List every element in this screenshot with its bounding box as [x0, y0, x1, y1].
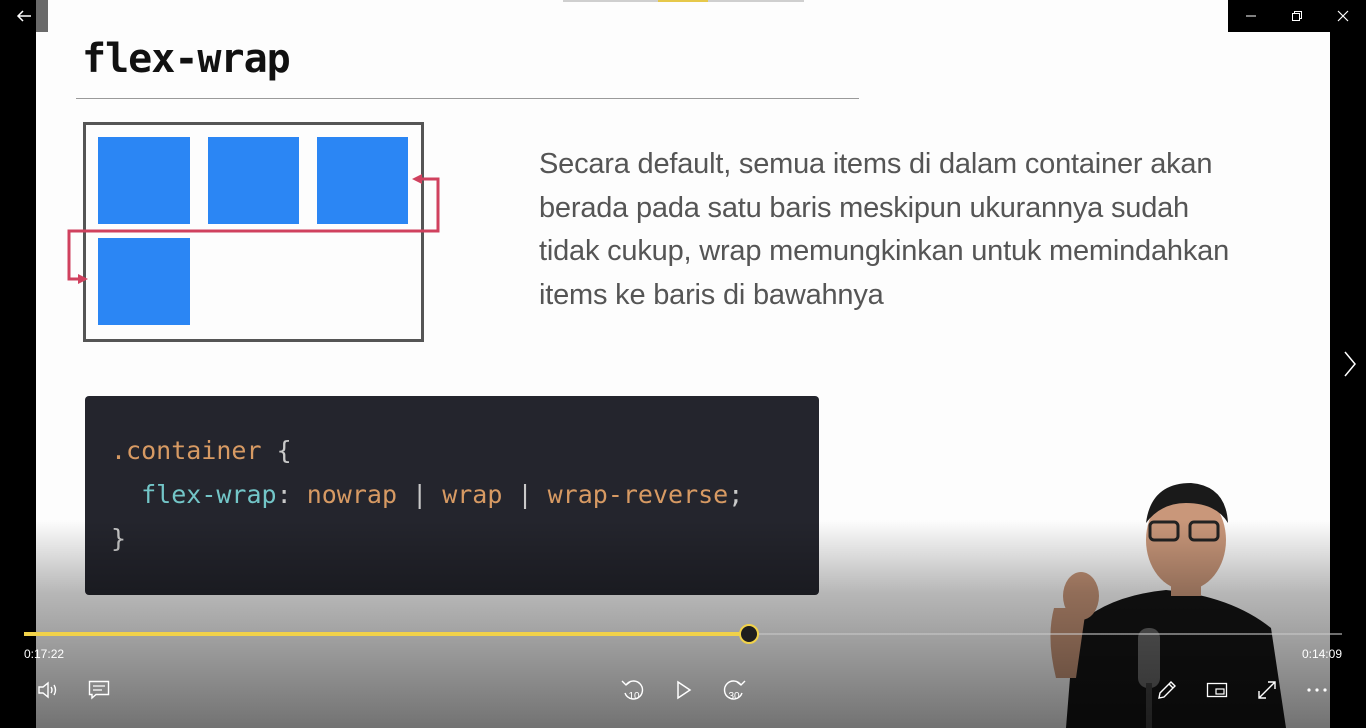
play-button[interactable] [668, 674, 700, 706]
restore-icon [1292, 11, 1302, 21]
close-icon [1337, 10, 1349, 22]
code-block: .container { flex-wrap: nowrap | wrap | … [85, 396, 819, 595]
seek-thumb[interactable] [739, 624, 759, 644]
back-button[interactable] [0, 0, 48, 32]
wrap-arrow-head-top [412, 174, 422, 184]
code-close-brace: } [111, 524, 127, 553]
skip-forward-label: 30 [728, 691, 740, 702]
remaining-time: 0:14:09 [1301, 647, 1342, 661]
skip-forward-button[interactable]: 30 [718, 674, 750, 706]
restore-button[interactable] [1274, 0, 1320, 32]
code-open-brace: { [276, 436, 292, 465]
flex-item-1 [98, 137, 190, 224]
back-arrow-icon [16, 10, 31, 22]
close-button[interactable] [1320, 0, 1366, 32]
draw-button[interactable] [1151, 674, 1183, 706]
code-colon: : [276, 480, 292, 509]
pen-icon [1158, 681, 1176, 699]
flex-item-2 [208, 137, 299, 224]
fullscreen-button[interactable] [1251, 674, 1283, 706]
play-icon [677, 680, 692, 700]
mini-view-button[interactable] [1201, 674, 1233, 706]
code-separator: | [517, 480, 533, 509]
mini-view-icon [1206, 682, 1228, 698]
minimize-icon [1246, 15, 1256, 17]
more-icon [1307, 688, 1327, 692]
code-semicolon: ; [728, 480, 744, 509]
video-player-window: flex-wrap Secara default, semua items di… [0, 0, 1366, 728]
slide-description: Secara default, semua items di dalam con… [539, 148, 1229, 311]
flex-item-4 [98, 238, 190, 325]
skip-back-button[interactable]: 10 [617, 674, 649, 706]
window-controls [1228, 0, 1366, 32]
seek-bar-progress [24, 632, 749, 636]
code-separator: | [412, 480, 428, 509]
code-selector: .container [111, 436, 262, 465]
fullscreen-icon [1258, 681, 1276, 699]
code-value-wrap: wrap [442, 480, 503, 509]
next-video-button[interactable] [1334, 340, 1366, 388]
chevron-right-icon [1344, 351, 1356, 377]
skip-back-10-icon: 10 [621, 680, 644, 702]
title-divider [76, 98, 859, 99]
code-property: flex-wrap [141, 480, 277, 509]
code-value-nowrap: nowrap [306, 480, 398, 509]
volume-button[interactable] [33, 674, 65, 706]
flex-wrap-diagram [66, 120, 486, 350]
code-value-wrap-reverse: wrap-reverse [547, 480, 729, 509]
skip-forward-30-icon: 30 [723, 680, 746, 702]
skip-back-label: 10 [628, 691, 640, 702]
captions-icon [88, 680, 110, 700]
title-bar-edge [36, 0, 48, 32]
slide-title: flex-wrap [82, 36, 291, 82]
minimize-button[interactable] [1228, 0, 1274, 32]
volume-icon [38, 681, 57, 699]
more-button[interactable] [1301, 674, 1333, 706]
elapsed-time: 0:17:22 [24, 647, 65, 661]
captions-button[interactable] [83, 674, 115, 706]
slide-top-bar-highlight [658, 0, 708, 2]
flex-item-3 [317, 137, 408, 224]
